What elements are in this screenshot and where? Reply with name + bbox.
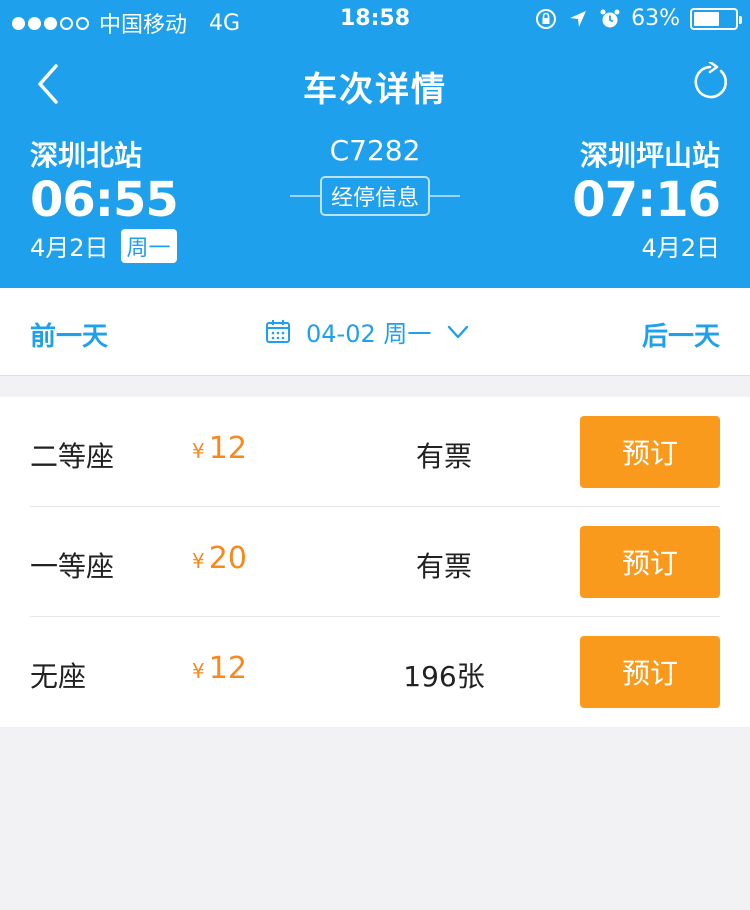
battery-icon	[690, 7, 742, 30]
book-button[interactable]: 预订	[580, 636, 720, 708]
divider-left	[290, 195, 320, 197]
seat-price: ¥12	[192, 431, 247, 466]
departure-time: 06:55	[30, 172, 179, 228]
book-button[interactable]: 预订	[580, 526, 720, 598]
selected-date: 04-02 周一	[306, 320, 432, 348]
seat-class: 无座	[30, 660, 87, 693]
rotation-lock-icon	[536, 8, 557, 29]
page-title: 车次详情	[303, 70, 447, 110]
seat-row: 二等座 ¥12 有票 预订	[0, 397, 750, 507]
seat-class: 一等座	[30, 550, 115, 583]
weekday-badge: 周一	[120, 228, 177, 263]
divider-right	[430, 195, 460, 197]
price-value: 12	[208, 651, 247, 686]
battery-percent: 63%	[631, 6, 680, 31]
seat-list: 二等座 ¥12 有票 预订 一等座 ¥20 有票 预订 无座 ¥12 196张 …	[0, 397, 750, 727]
seat-availability: 有票	[415, 440, 472, 473]
seat-availability: 有票	[415, 550, 472, 583]
date-selector[interactable]: 04-02 周一	[264, 314, 471, 349]
battery-level-fill	[694, 11, 720, 26]
departure-date-row: 4月2日 周一	[30, 228, 177, 263]
stop-info-button[interactable]: 经停信息	[320, 176, 430, 216]
seat-price: ¥12	[192, 651, 247, 686]
alarm-icon	[600, 9, 620, 27]
seat-row: 无座 ¥12 196张 预订	[0, 617, 750, 727]
currency-symbol: ¥	[192, 659, 205, 683]
currency-symbol: ¥	[192, 549, 205, 573]
book-button[interactable]: 预订	[580, 416, 720, 488]
date-bar: 前一天 04-02 周一 后一天	[0, 288, 750, 376]
price-value: 12	[208, 431, 247, 466]
currency-symbol: ¥	[192, 439, 205, 463]
departure-date: 4月2日	[30, 234, 109, 262]
arrival-time: 07:16	[572, 172, 721, 228]
seat-availability: 196张	[403, 660, 485, 693]
seat-class: 二等座	[30, 440, 115, 473]
refresh-icon[interactable]	[690, 62, 730, 102]
prev-day-button[interactable]: 前一天	[30, 316, 108, 353]
calendar-icon	[266, 319, 290, 343]
next-day-button[interactable]: 后一天	[642, 316, 720, 353]
seat-row: 一等座 ¥20 有票 预订	[0, 507, 750, 617]
price-value: 20	[208, 541, 247, 576]
chevron-down-icon	[448, 325, 469, 338]
train-header: 中国移动 4G 18:58 63% 车次详情 深圳北站 06:55 4月2日 周…	[0, 0, 750, 288]
location-arrow-icon	[570, 10, 587, 27]
arrival-date: 4月2日	[641, 234, 720, 262]
seat-price: ¥20	[192, 541, 247, 576]
status-right: 63%	[535, 6, 742, 31]
arrival-station: 深圳坪山站	[579, 139, 720, 172]
status-bar: 中国移动 4G 18:58 63%	[0, 0, 750, 40]
